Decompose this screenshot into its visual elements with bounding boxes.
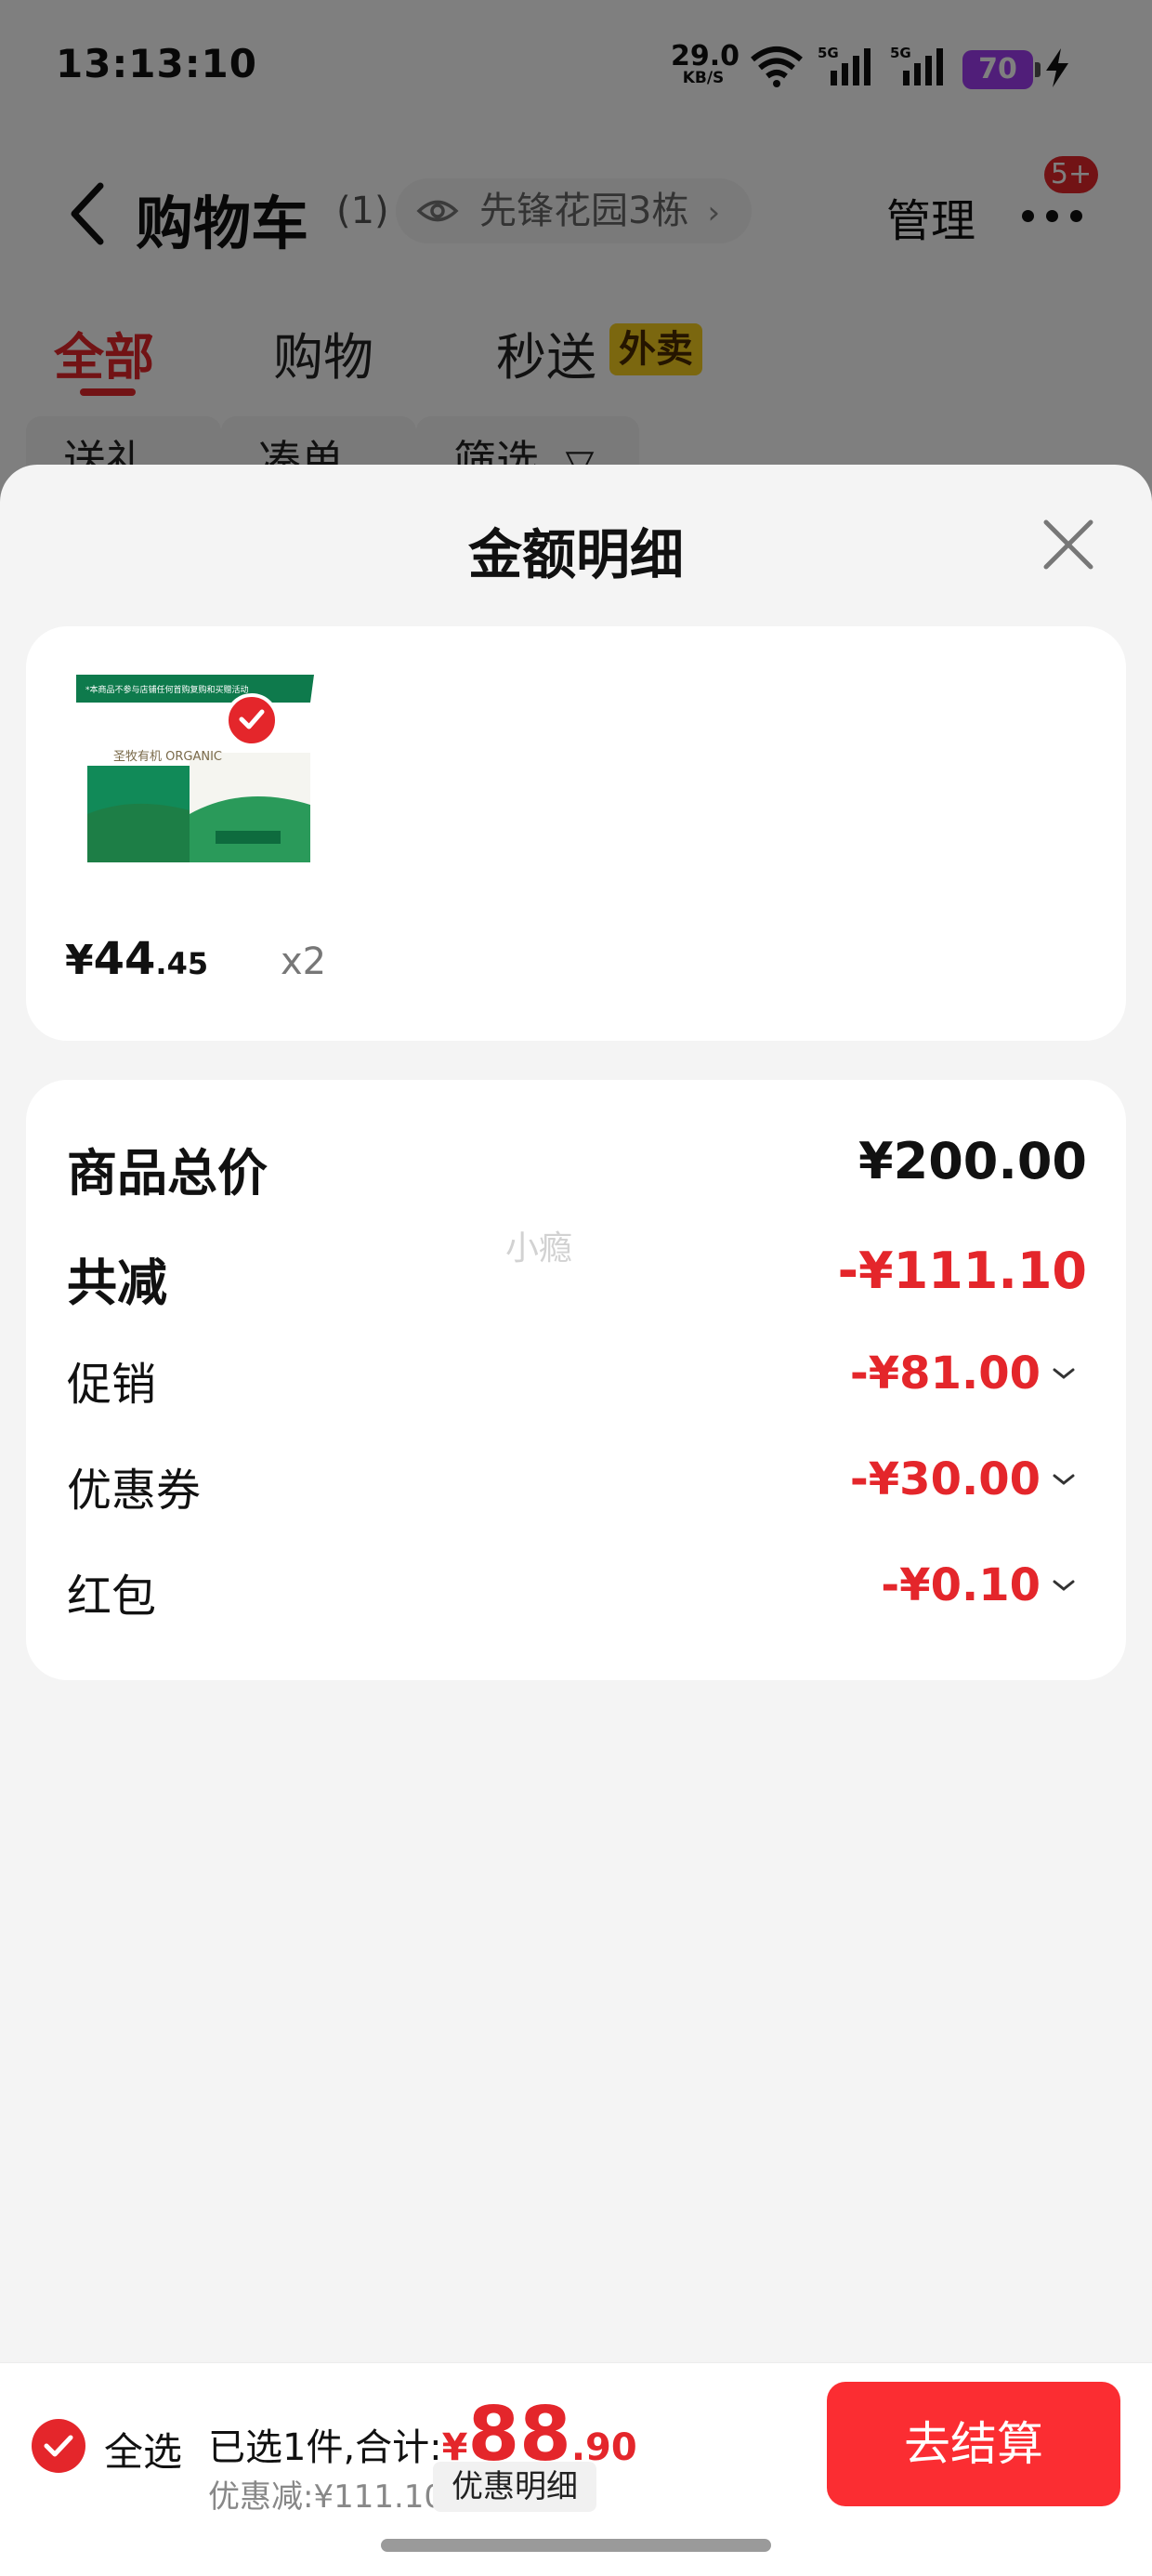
chevron-down-icon[interactable] — [1052, 1364, 1076, 1383]
total-reduction-label: 共减 — [67, 1254, 167, 1312]
price-summary-card: 小瘾 商品总价 ¥200.00 共减 -¥111.10 促销 -¥81.00 优… — [26, 1080, 1126, 1680]
product-banner-text: *本商品不参与店铺任何首购复购和买赠活动 — [85, 684, 249, 695]
selected-count-text: 已选1件,合计: — [208, 2426, 442, 2469]
select-all-checkbox[interactable] — [32, 2419, 85, 2473]
close-icon[interactable] — [1041, 517, 1096, 572]
amount-detail-sheet: 金额明细 *本商品不参与店铺任何首购复购和买赠活动 圣牧有机 ORGANIC ¥… — [0, 465, 1152, 2576]
total-price-value: ¥200.00 — [858, 1132, 1087, 1190]
checkmark-icon — [239, 709, 265, 729]
checkmark-icon — [44, 2435, 73, 2457]
watermark-text: 小瘾 — [505, 1229, 573, 1268]
promotion-label: 促销 — [67, 1359, 157, 1411]
product-price-decimal: .45 — [155, 946, 209, 981]
red-packet-label: 红包 — [67, 1571, 157, 1623]
red-packet-value[interactable]: -¥0.10 — [881, 1559, 1041, 1611]
promotion-value[interactable]: -¥81.00 — [850, 1347, 1041, 1400]
total-reduction-value: -¥111.10 — [837, 1242, 1087, 1300]
chevron-down-icon[interactable] — [1052, 1576, 1076, 1595]
product-quantity: x2 — [281, 940, 327, 983]
chevron-down-icon[interactable] — [1052, 1470, 1076, 1489]
product-image: *本商品不参与店铺任何首购复购和买赠活动 圣牧有机 ORGANIC — [76, 675, 314, 862]
coupon-label: 优惠券 — [67, 1465, 202, 1517]
select-all-label[interactable]: 全选 — [104, 2421, 182, 2477]
discount-detail-button[interactable]: 优惠明细 — [433, 2462, 596, 2512]
home-indicator[interactable] — [381, 2539, 771, 2552]
product-brand-text: 圣牧有机 ORGANIC — [113, 750, 222, 764]
checkout-button[interactable]: 去结算 — [827, 2382, 1120, 2506]
product-price: ¥44.45 — [65, 933, 208, 985]
sheet-title: 金额明细 — [467, 523, 684, 586]
product-card: *本商品不参与店铺任何首购复购和买赠活动 圣牧有机 ORGANIC ¥44.45… — [26, 626, 1126, 1041]
product-price-currency: ¥ — [65, 937, 94, 984]
discount-summary: 优惠减:¥111.10 — [208, 2478, 445, 2516]
coupon-value[interactable]: -¥30.00 — [850, 1453, 1041, 1505]
total-price-label: 商品总价 — [67, 1144, 268, 1203]
product-selected-check[interactable] — [225, 693, 279, 747]
screen: 13:13:10 29.0 KB/S 5G 5G 70 — [0, 0, 1152, 2576]
product-price-integer: 44 — [93, 933, 156, 985]
